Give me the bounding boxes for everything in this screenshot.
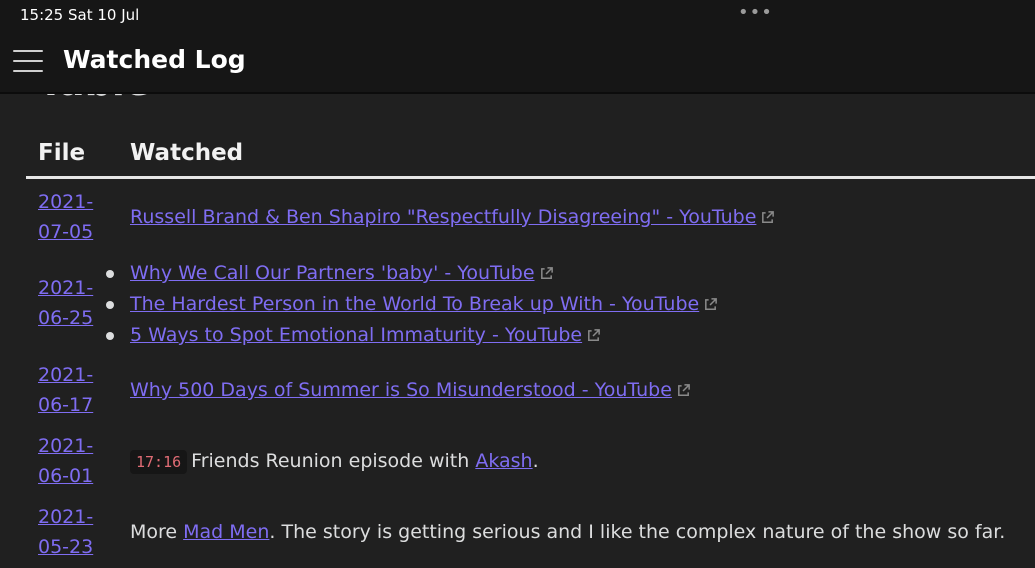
list-bullet: [106, 270, 114, 278]
internal-link[interactable]: Mad Men: [183, 521, 269, 543]
more-dots-icon[interactable]: •••: [738, 2, 773, 23]
status-bar: 15:25 Sat 10 Jul •••: [0, 0, 1035, 30]
external-link[interactable]: Russell Brand & Ben Shapiro "Respectfull…: [130, 202, 775, 232]
column-header-file: File: [38, 140, 86, 166]
hamburger-icon[interactable]: [13, 50, 43, 72]
page-title: Watched Log: [63, 45, 246, 74]
section-heading: Table: [38, 94, 151, 104]
column-header-watched: Watched: [130, 140, 244, 166]
header-rule: [26, 176, 1035, 179]
external-link-icon: [540, 267, 553, 279]
date-link[interactable]: 2021- 06-01: [38, 431, 108, 491]
date-link[interactable]: 2021- 05-23: [38, 502, 108, 562]
note-content: Table File Watched 2021- 07-05 Russell B…: [0, 94, 1035, 568]
timestamp-code: 17:16: [130, 450, 188, 474]
date-link[interactable]: 2021- 06-17: [38, 360, 108, 420]
external-link[interactable]: 5 Ways to Spot Emotional Immaturity - Yo…: [130, 320, 601, 350]
date-link[interactable]: 2021- 06-25: [38, 273, 108, 333]
list-bullet: [106, 301, 114, 309]
external-link[interactable]: Why 500 Days of Summer is So Misundersto…: [130, 375, 691, 405]
external-link-icon: [705, 298, 718, 310]
external-link-icon: [677, 384, 690, 396]
status-time: 15:25 Sat 10 Jul: [20, 6, 140, 24]
date-link[interactable]: 2021- 07-05: [38, 187, 108, 247]
list-bullet: [106, 332, 114, 340]
external-link[interactable]: The Hardest Person in the World To Break…: [130, 289, 718, 319]
watched-entry: More Mad Men. The story is getting serio…: [130, 521, 1006, 543]
title-bar: Watched Log: [0, 30, 1035, 94]
external-link-icon: [762, 211, 775, 223]
watched-entry: 17:16 Friends Reunion episode with Akash.: [130, 446, 539, 477]
external-link-icon: [588, 329, 600, 341]
external-link[interactable]: Why We Call Our Partners 'baby' - YouTub…: [130, 258, 554, 288]
internal-link[interactable]: Akash: [475, 450, 532, 472]
